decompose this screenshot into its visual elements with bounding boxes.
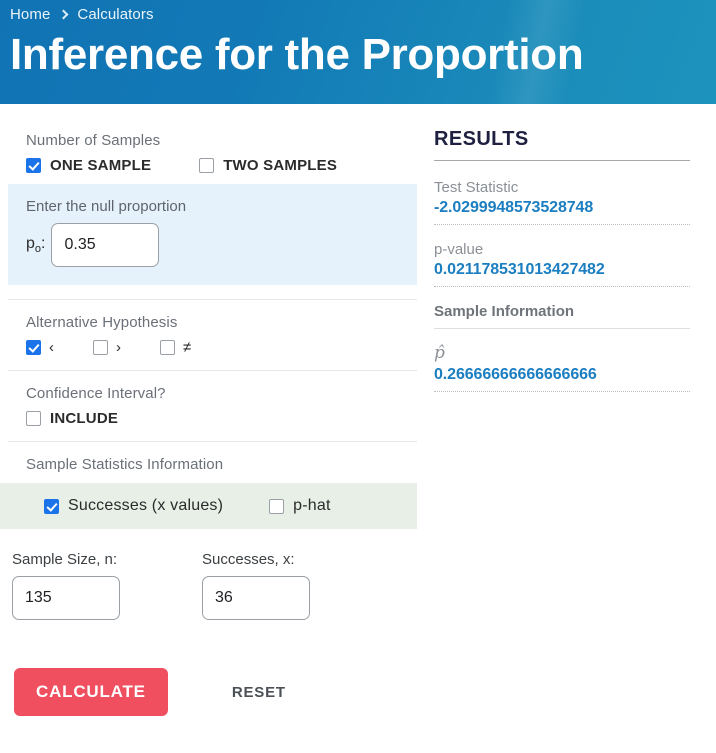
- sample-size-input[interactable]: [12, 576, 120, 620]
- reset-button[interactable]: RESET: [226, 683, 292, 702]
- result-test-statistic: Test Statistic -2.0299948573528748: [434, 179, 690, 217]
- result-divider-3: [434, 391, 690, 392]
- alternative-hypothesis-options: ‹ › ≠: [26, 339, 399, 356]
- checkbox-one-sample-label: ONE SAMPLE: [50, 157, 152, 174]
- field-successes-label: Successes, x:: [202, 551, 295, 568]
- calculate-button[interactable]: CALCULATE: [14, 668, 168, 716]
- checkbox-include-ci-label: INCLUDE: [50, 410, 119, 427]
- confidence-interval-options: INCLUDE: [26, 410, 399, 427]
- successes-input[interactable]: [202, 576, 310, 620]
- breadcrumb-item-home[interactable]: Home: [10, 6, 50, 23]
- checkbox-successes[interactable]: Successes (x values): [44, 497, 223, 515]
- null-proportion-input[interactable]: [51, 223, 160, 267]
- result-p-value: p-value 0.021178531013427482: [434, 241, 690, 279]
- checkbox-two-samples-label: TWO SAMPLES: [223, 157, 338, 174]
- results-title: RESULTS: [434, 128, 529, 150]
- checkbox-alt-less-than[interactable]: ‹: [26, 339, 54, 356]
- alt-not-equal-symbol: ≠: [183, 339, 192, 356]
- result-test-statistic-key: Test Statistic: [434, 179, 519, 196]
- checkbox-two-samples-box[interactable]: [199, 158, 215, 173]
- number-of-samples-options: ONE SAMPLE TWO SAMPLES: [26, 157, 399, 174]
- sample-statistics-block: Successes (x values) p-hat: [0, 483, 417, 529]
- breadcrumb-item-calculators[interactable]: Calculators: [77, 6, 153, 23]
- null-proportion-hint: Enter the null proportion: [26, 198, 187, 215]
- result-p-hat-symbol: p̂: [434, 343, 445, 363]
- divider-3: [8, 441, 417, 442]
- checkbox-p-hat-box[interactable]: [269, 498, 285, 514]
- checkbox-alt-greater-than[interactable]: ›: [93, 339, 121, 356]
- confidence-interval-label: Confidence Interval?: [26, 385, 166, 402]
- form-actions: CALCULATE RESET: [0, 668, 425, 716]
- results-title-rule: [434, 160, 690, 161]
- result-test-statistic-value: -2.0299948573528748: [434, 199, 594, 216]
- result-p-hat-value: 0.26666666666666666: [434, 366, 597, 383]
- number-of-samples-label: Number of Samples: [26, 132, 161, 149]
- sample-information-rule: [434, 328, 690, 329]
- divider-2: [8, 370, 417, 371]
- alt-greater-than-symbol: ›: [116, 339, 121, 356]
- checkbox-include-ci-box[interactable]: [26, 411, 41, 426]
- result-p-value-key: p-value: [434, 241, 484, 258]
- result-p-hat: p̂ 0.26666666666666666: [434, 343, 690, 384]
- checkbox-include-ci[interactable]: INCLUDE: [26, 410, 118, 427]
- result-divider-1: [434, 224, 690, 225]
- result-divider-2: [434, 286, 690, 287]
- divider-1: [8, 299, 417, 300]
- checkbox-p-hat-label: p-hat: [293, 497, 331, 514]
- section-sample-statistics: Sample Statistics Information: [0, 456, 425, 473]
- section-confidence-interval: Confidence Interval? INCLUDE: [0, 385, 425, 427]
- page-title: Inference for the Proportion: [10, 30, 584, 79]
- result-p-value-value: 0.021178531013427482: [434, 261, 605, 278]
- sample-information-title: Sample Information: [434, 303, 575, 320]
- null-proportion-symbol: po:: [26, 234, 46, 256]
- checkbox-two-samples[interactable]: TWO SAMPLES: [199, 157, 337, 174]
- checkbox-one-sample-box[interactable]: [26, 158, 41, 173]
- checkbox-alt-greater-than-box[interactable]: [93, 340, 108, 355]
- calculator-form: Number of Samples ONE SAMPLE TWO SAMPLES…: [0, 104, 425, 716]
- checkbox-successes-label: Successes (x values): [68, 497, 224, 514]
- checkbox-alt-not-equal[interactable]: ≠: [160, 339, 191, 356]
- sample-statistics-label: Sample Statistics Information: [26, 456, 224, 473]
- alternative-hypothesis-label: Alternative Hypothesis: [26, 314, 178, 331]
- null-proportion-row: po:: [26, 223, 399, 267]
- chevron-right-icon: [58, 9, 69, 20]
- page-header: Home Calculators Inference for the Propo…: [0, 0, 716, 104]
- breadcrumb: Home Calculators: [10, 6, 154, 23]
- section-alternative-hypothesis: Alternative Hypothesis ‹ › ≠: [0, 314, 425, 356]
- field-sample-size: Sample Size, n:: [12, 551, 120, 620]
- sample-statistics-fields: Sample Size, n: Successes, x:: [0, 551, 425, 620]
- null-proportion-block: Enter the null proportion po:: [8, 184, 417, 285]
- section-number-of-samples: Number of Samples ONE SAMPLE TWO SAMPLES: [0, 132, 425, 174]
- checkbox-p-hat[interactable]: p-hat: [269, 497, 330, 515]
- checkbox-alt-less-than-box[interactable]: [26, 340, 41, 355]
- checkbox-successes-box[interactable]: [44, 498, 59, 514]
- field-sample-size-label: Sample Size, n:: [12, 551, 118, 568]
- results-panel: RESULTS Test Statistic -2.02999485735287…: [434, 128, 690, 408]
- checkbox-alt-not-equal-box[interactable]: [160, 340, 175, 355]
- checkbox-one-sample[interactable]: ONE SAMPLE: [26, 157, 151, 174]
- alt-less-than-symbol: ‹: [49, 339, 54, 356]
- field-successes: Successes, x:: [202, 551, 310, 620]
- page-content: Number of Samples ONE SAMPLE TWO SAMPLES…: [0, 104, 716, 753]
